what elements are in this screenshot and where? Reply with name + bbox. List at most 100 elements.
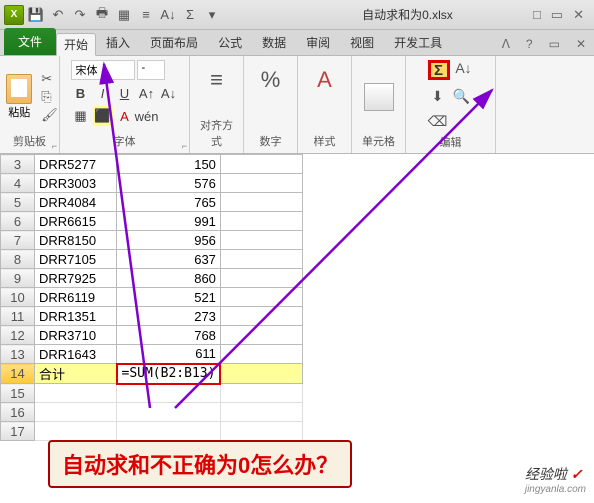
cell[interactable]: 576 <box>117 174 221 193</box>
dialog-launcher-icon[interactable]: ⌐ <box>52 141 57 151</box>
copy-icon[interactable]: ⎘ <box>41 89 58 105</box>
cell[interactable] <box>35 403 117 422</box>
cell[interactable] <box>220 422 302 441</box>
tab-view[interactable]: 视图 <box>340 30 384 55</box>
save-icon[interactable]: 💾 <box>26 5 46 25</box>
cell[interactable] <box>220 250 302 269</box>
tab-file[interactable]: 文件 <box>4 28 56 55</box>
table-row[interactable]: 16 <box>1 403 303 422</box>
cell[interactable]: DRR3710 <box>35 326 117 345</box>
cell[interactable]: 860 <box>117 269 221 288</box>
cell[interactable]: 637 <box>117 250 221 269</box>
row-header[interactable]: 16 <box>1 403 35 422</box>
redo-icon[interactable]: ↷ <box>70 5 90 25</box>
table-row[interactable]: 11DRR1351273 <box>1 307 303 326</box>
row-header[interactable]: 10 <box>1 288 35 307</box>
fill-icon[interactable]: ⬇ <box>428 88 448 105</box>
cell[interactable]: 991 <box>117 212 221 231</box>
font-name-select[interactable]: 宋体 <box>71 60 135 80</box>
table-row[interactable]: 4DRR3003576 <box>1 174 303 193</box>
row-header[interactable]: 4 <box>1 174 35 193</box>
table-row[interactable]: 13DRR1643611 <box>1 345 303 364</box>
fill-color-icon[interactable]: ⬛ <box>93 106 113 126</box>
cell[interactable]: DRR5277 <box>35 155 117 174</box>
tab-layout[interactable]: 页面布局 <box>140 30 208 55</box>
worksheet[interactable]: 3DRR52771504DRR30035765DRR40847656DRR661… <box>0 154 594 441</box>
cell[interactable] <box>35 384 117 403</box>
cell[interactable] <box>220 193 302 212</box>
row-header[interactable]: 9 <box>1 269 35 288</box>
cell[interactable]: DRR1643 <box>35 345 117 364</box>
cell[interactable] <box>117 384 221 403</box>
cell[interactable]: 521 <box>117 288 221 307</box>
row-header[interactable]: 15 <box>1 384 35 403</box>
qat-icon[interactable]: ≡ <box>136 5 156 25</box>
formula-cell[interactable]: =SUM(B2:B13) <box>117 364 221 384</box>
cell[interactable]: 765 <box>117 193 221 212</box>
tab-review[interactable]: 审阅 <box>296 30 340 55</box>
cut-icon[interactable]: ✂ <box>41 71 58 87</box>
row-header[interactable]: 11 <box>1 307 35 326</box>
row-header[interactable]: 6 <box>1 212 35 231</box>
cell[interactable]: DRR6119 <box>35 288 117 307</box>
row-header[interactable]: 7 <box>1 231 35 250</box>
tab-data[interactable]: 数据 <box>252 30 296 55</box>
restore-button[interactable]: ▭ <box>551 7 563 23</box>
cell[interactable] <box>220 174 302 193</box>
tab-insert[interactable]: 插入 <box>96 30 140 55</box>
row-header[interactable]: 17 <box>1 422 35 441</box>
table-row[interactable]: 12DRR3710768 <box>1 326 303 345</box>
decrease-font-icon[interactable]: A↓ <box>159 83 179 103</box>
cell[interactable]: 合计 <box>35 364 117 384</box>
cell[interactable]: DRR4084 <box>35 193 117 212</box>
tab-home[interactable]: 开始 <box>56 33 96 56</box>
cell[interactable] <box>117 422 221 441</box>
table-row[interactable]: 5DRR4084765 <box>1 193 303 212</box>
ribbon-collapse-icon[interactable]: ᐱ <box>494 33 518 55</box>
tab-dev[interactable]: 开发工具 <box>384 30 452 55</box>
alignment-icon[interactable]: ≡ <box>210 60 223 100</box>
font-color-icon[interactable]: A <box>115 106 135 126</box>
dialog-launcher-icon[interactable]: ⌐ <box>182 141 187 151</box>
cell[interactable] <box>220 403 302 422</box>
cell[interactable] <box>220 326 302 345</box>
row-header[interactable]: 5 <box>1 193 35 212</box>
font-size-select[interactable]: - <box>137 60 165 80</box>
cell[interactable] <box>220 231 302 250</box>
undo-icon[interactable]: ↶ <box>48 5 68 25</box>
autosum-button[interactable]: Σ <box>428 60 450 80</box>
cell[interactable] <box>35 422 117 441</box>
cell[interactable] <box>220 384 302 403</box>
cell[interactable] <box>117 403 221 422</box>
close-sheet-icon[interactable]: ✕ <box>568 33 594 55</box>
cell[interactable] <box>220 269 302 288</box>
cell[interactable]: 768 <box>117 326 221 345</box>
table-row[interactable]: 15 <box>1 384 303 403</box>
cell[interactable] <box>220 345 302 364</box>
cells-icon[interactable] <box>364 83 394 111</box>
cell[interactable]: 273 <box>117 307 221 326</box>
table-row[interactable]: 6DRR6615991 <box>1 212 303 231</box>
table-row[interactable]: 9DRR7925860 <box>1 269 303 288</box>
cell[interactable]: DRR3003 <box>35 174 117 193</box>
cell[interactable]: 611 <box>117 345 221 364</box>
row-header[interactable]: 14 <box>1 364 35 384</box>
border-icon[interactable]: ▦ <box>71 106 91 126</box>
bold-button[interactable]: B <box>71 83 91 103</box>
cell[interactable] <box>220 364 302 384</box>
minimize-button[interactable]: □ <box>533 7 541 23</box>
tab-formula[interactable]: 公式 <box>208 30 252 55</box>
paste-button[interactable]: 粘贴 <box>1 73 37 121</box>
cell[interactable]: DRR8150 <box>35 231 117 250</box>
cell[interactable] <box>220 288 302 307</box>
qat-dropdown-icon[interactable]: ▾ <box>202 5 222 25</box>
cell[interactable]: DRR7105 <box>35 250 117 269</box>
excel-logo-icon[interactable]: X <box>4 5 24 25</box>
phonetic-icon[interactable]: wén <box>137 106 157 126</box>
print-icon[interactable]: 🖶 <box>92 5 112 25</box>
table-row[interactable]: 8DRR7105637 <box>1 250 303 269</box>
restore-sheet-icon[interactable]: ▭ <box>541 33 568 55</box>
close-button[interactable]: ✕ <box>573 7 584 23</box>
cell[interactable]: DRR6615 <box>35 212 117 231</box>
cell[interactable]: 150 <box>117 155 221 174</box>
